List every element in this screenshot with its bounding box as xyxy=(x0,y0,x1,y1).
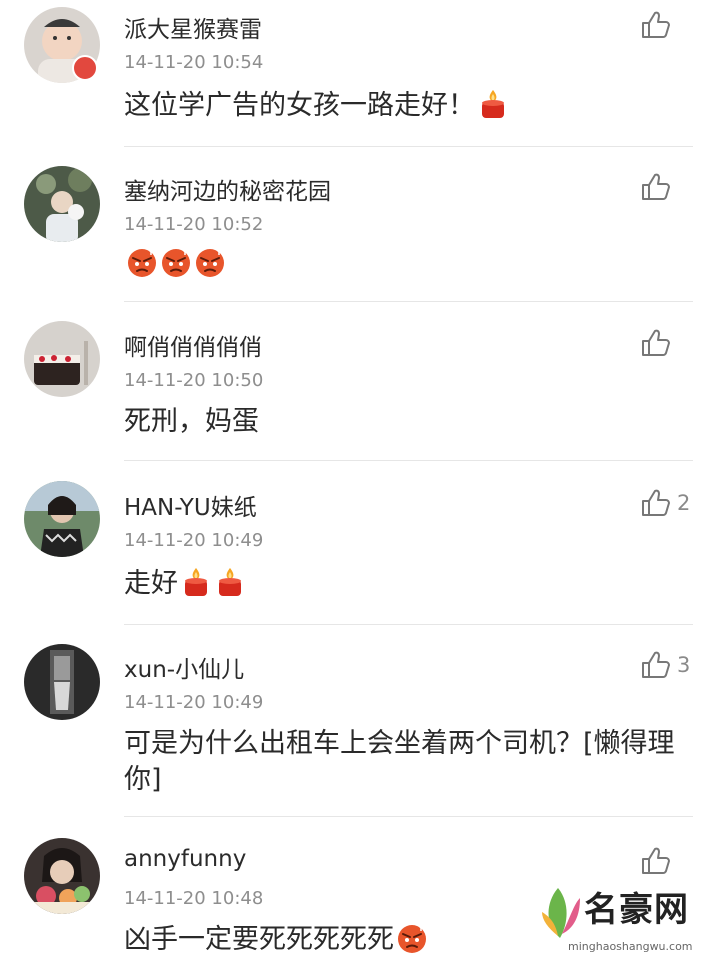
thumbs-up-icon xyxy=(639,487,671,519)
candle-emoji-icon xyxy=(475,90,509,121)
comment-text-body: 死刑，妈蛋 xyxy=(124,406,259,437)
timestamp: 14-11-20 10:52 xyxy=(124,214,264,235)
comment-text: 死刑，妈蛋 xyxy=(124,404,680,440)
username[interactable]: HAN-YU妹纸 xyxy=(124,488,257,522)
watermark: 名豪网 minghaoshangwu.com xyxy=(538,880,713,960)
divider xyxy=(124,146,693,147)
comment-text: 走好 xyxy=(124,566,680,602)
emoji-group xyxy=(475,90,509,121)
angry-face-emoji-icon xyxy=(124,248,158,279)
divider xyxy=(124,301,693,302)
timestamp: 14-11-20 10:49 xyxy=(124,692,264,713)
comment-text: 这位学广告的女孩一路走好！ xyxy=(124,88,680,124)
avatar[interactable] xyxy=(24,838,100,914)
like-button[interactable] xyxy=(639,326,693,360)
emoji-group xyxy=(124,248,226,279)
like-button[interactable] xyxy=(639,8,693,42)
angry-face-emoji-icon xyxy=(158,248,192,279)
timestamp: 14-11-20 10:49 xyxy=(124,530,264,551)
username[interactable]: xun-小仙儿 xyxy=(124,650,244,684)
comment-text-body: 可是为什么出租车上会坐着两个司机？[懒得理你] xyxy=(124,728,675,795)
like-count: 3 xyxy=(677,653,691,677)
candle-emoji-icon xyxy=(212,568,246,599)
comment-text-body: 凶手一定要死死死死死 xyxy=(124,924,394,955)
avatar[interactable] xyxy=(24,321,100,397)
thumbs-up-icon xyxy=(639,845,671,877)
leaf-logo-icon xyxy=(542,888,580,938)
timestamp: 14-11-20 10:50 xyxy=(124,370,264,391)
emoji-group xyxy=(178,568,246,599)
divider xyxy=(124,624,693,625)
angry-face-emoji-icon xyxy=(192,248,226,279)
thumbs-up-icon xyxy=(639,649,671,681)
username[interactable]: 塞纳河边的秘密花园 xyxy=(124,172,331,206)
thumbs-up-icon xyxy=(639,171,671,203)
watermark-brand: 名豪网 xyxy=(584,890,689,930)
angry-face-emoji-icon xyxy=(394,924,428,955)
candle-emoji-icon xyxy=(178,568,212,599)
avatar[interactable] xyxy=(24,166,100,242)
username[interactable]: annyfunny xyxy=(124,846,246,872)
like-button[interactable]: 3 xyxy=(639,648,693,682)
username[interactable]: 啊俏俏俏俏俏 xyxy=(124,328,262,362)
comment-text: 可是为什么出租车上会坐着两个司机？[懒得理你] xyxy=(124,726,680,798)
verified-badge-icon xyxy=(72,55,98,81)
comment-list: 派大星猴赛雷 14-11-20 10:54 这位学广告的女孩一路走好！ 塞纳河边… xyxy=(0,0,717,960)
timestamp: 14-11-20 10:48 xyxy=(124,888,264,909)
thumbs-up-icon xyxy=(639,327,671,359)
divider xyxy=(124,460,693,461)
like-count: 2 xyxy=(677,491,691,515)
avatar[interactable] xyxy=(24,481,100,557)
like-button[interactable]: 2 xyxy=(639,486,693,520)
like-button[interactable] xyxy=(639,170,693,204)
emoji-group xyxy=(394,924,428,955)
comment-text-body: 走好 xyxy=(124,568,178,599)
comment-text xyxy=(124,246,680,282)
username[interactable]: 派大星猴赛雷 xyxy=(124,10,262,44)
watermark-url: minghaoshangwu.com xyxy=(568,940,693,953)
comment-text-body: 这位学广告的女孩一路走好！ xyxy=(124,90,475,121)
timestamp: 14-11-20 10:54 xyxy=(124,52,264,73)
thumbs-up-icon xyxy=(639,9,671,41)
divider xyxy=(124,816,693,817)
like-button[interactable] xyxy=(639,844,693,878)
avatar[interactable] xyxy=(24,644,100,720)
